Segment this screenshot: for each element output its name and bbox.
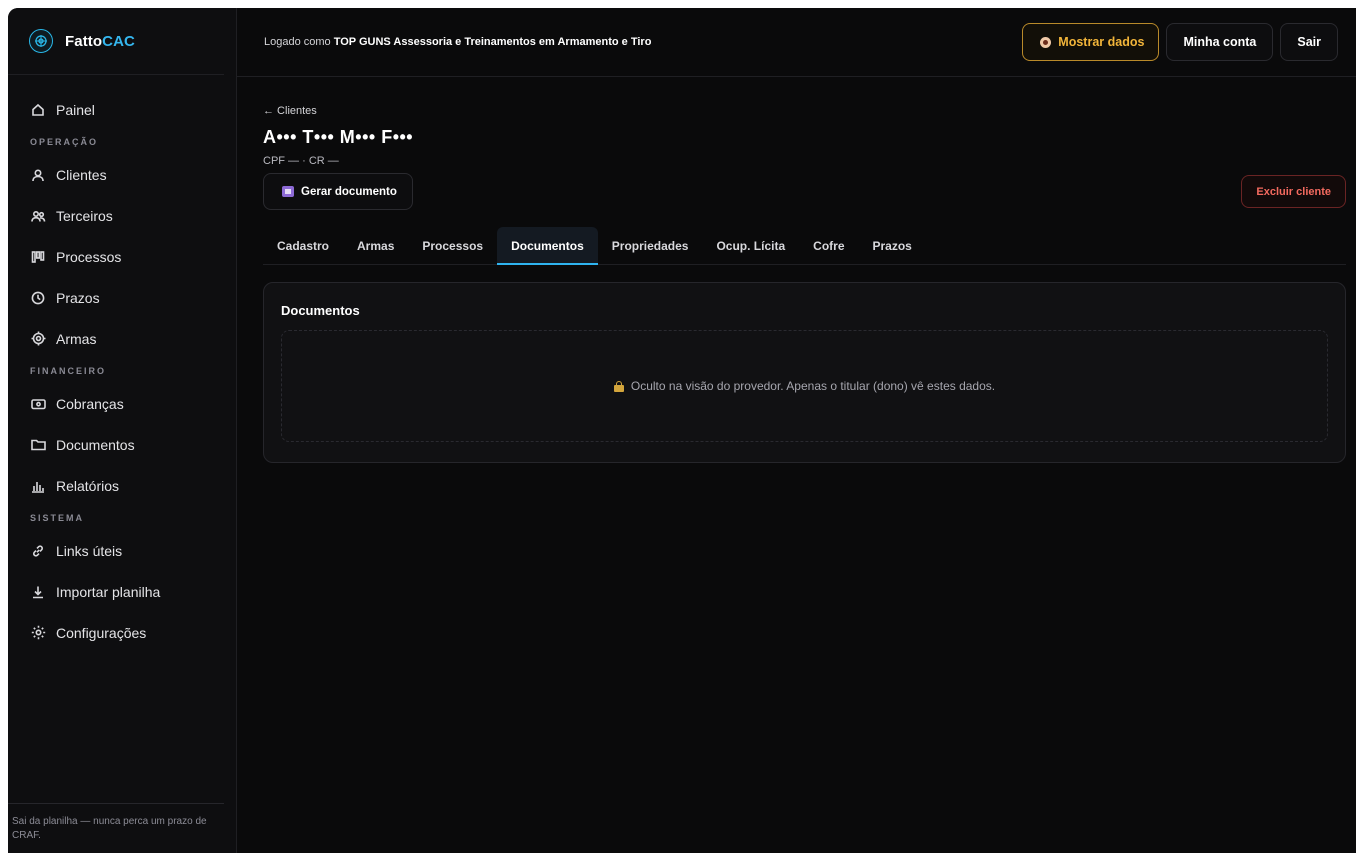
client-actions: Gerar documento Excluir cliente [263,173,1346,210]
main-content: Logado como TOP GUNS Assessoria e Treina… [237,8,1356,853]
logout-button[interactable]: Sair [1280,23,1338,61]
sidebar-item-painel[interactable]: Painel [8,89,236,130]
nav-section-title: OPERAÇÃO [30,137,99,147]
tab-cofre[interactable]: Cofre [799,227,858,264]
hidden-data-text: Oculto na visão do provedor. Apenas o ti… [630,379,996,393]
sidebar-item-clientes[interactable]: Clientes [8,154,236,195]
process-icon [30,249,46,265]
tab-cadastro[interactable]: Cadastro [263,227,343,264]
sidebar-item-label: Links úteis [56,542,123,559]
sidebar-item-links-uteis[interactable]: Links úteis [8,530,236,571]
link-icon [30,543,46,559]
sidebar-item-processos[interactable]: Processos [8,236,236,277]
sidebar-item-label: Configurações [56,624,147,641]
money-icon [30,396,46,412]
sidebar-item-label: Clientes [56,166,107,183]
tab-armas[interactable]: Armas [343,227,408,264]
generate-document-button[interactable]: Gerar documento [263,173,413,210]
sidebar-item-terceiros[interactable]: Terceiros [8,195,236,236]
sidebar-item-importar-planilha[interactable]: Importar planilha [8,571,236,612]
tab-propriedades[interactable]: Propriedades [598,227,703,264]
eye-icon [1040,36,1052,48]
back-to-clients-link[interactable]: ← Clientes [263,105,317,117]
client-tabs: Cadastro Armas Processos Documentos Prop… [263,227,1346,265]
sidebar-item-label: Painel [56,101,95,118]
sidebar-item-cobrancas[interactable]: Cobranças [8,383,236,424]
sidebar-item-label: Armas [56,330,97,347]
app-window: FattoCAC Painel OPERAÇÃO Clientes Tercei… [8,8,1356,853]
tab-documentos[interactable]: Documentos [497,227,598,265]
client-meta: CPF — · CR — [263,155,339,167]
show-data-button[interactable]: Mostrar dados [1022,23,1160,61]
sidebar-footer: Sai da planilha — nunca perca um prazo d… [8,803,224,853]
lock-icon [613,380,624,392]
sidebar-item-label: Relatórios [56,477,120,494]
home-icon [30,102,46,118]
delete-client-button[interactable]: Excluir cliente [1241,175,1346,208]
client-name: A••• T••• M••• F••• [263,127,414,147]
sidebar-item-relatorios[interactable]: Relatórios [8,465,236,506]
sidebar-item-prazos[interactable]: Prazos [8,277,236,318]
folder-icon [30,437,46,453]
tab-ocup-licita[interactable]: Ocup. Lícita [702,227,799,264]
download-icon [30,584,46,600]
user-icon [30,167,46,183]
my-account-button[interactable]: Minha conta [1166,23,1274,61]
sidebar-item-armas[interactable]: Armas [8,318,236,359]
brand[interactable]: FattoCAC [8,8,224,75]
tab-prazos[interactable]: Prazos [859,227,926,264]
tab-processos[interactable]: Processos [408,227,497,264]
sidebar-item-label: Prazos [56,289,100,306]
hidden-data-notice: Oculto na visão do provedor. Apenas o ti… [281,330,1328,442]
card-title: Documentos [281,303,360,318]
topbar: Logado como TOP GUNS Assessoria e Treina… [237,8,1356,77]
logged-in-as: Logado como TOP GUNS Assessoria e Treina… [264,36,652,48]
sidebar-item-label: Importar planilha [56,583,161,600]
sidebar-item-label: Terceiros [56,207,113,224]
settings-icon [30,625,46,641]
sidebar-item-label: Processos [56,248,122,265]
sidebar-item-documentos[interactable]: Documentos [8,424,236,465]
sidebar-item-configuracoes[interactable]: Configurações [8,612,236,653]
documents-card: Documentos Oculto na visão do provedor. … [263,282,1346,463]
sidebar-item-label: Documentos [56,436,135,453]
document-icon [282,186,294,197]
logged-user: TOP GUNS Assessoria e Treinamentos em Ar… [333,36,652,48]
clock-icon [30,290,46,306]
logo-icon [29,29,53,53]
nav-section-title: FINANCEIRO [30,366,106,376]
top-actions: Mostrar dados Minha conta Sair [1022,23,1338,61]
client-detail: ← Clientes A••• T••• M••• F••• CPF — · C… [237,77,1356,463]
sidebar-item-label: Cobranças [56,395,124,412]
users-icon [30,208,46,224]
nav-section-title: SISTEMA [30,513,85,523]
chart-icon [30,478,46,494]
sidebar: FattoCAC Painel OPERAÇÃO Clientes Tercei… [8,8,237,853]
sidebar-nav: Painel OPERAÇÃO Clientes Terceiros Proce… [8,75,236,653]
brand-name: FattoCAC [65,32,135,50]
target-icon [30,331,46,347]
